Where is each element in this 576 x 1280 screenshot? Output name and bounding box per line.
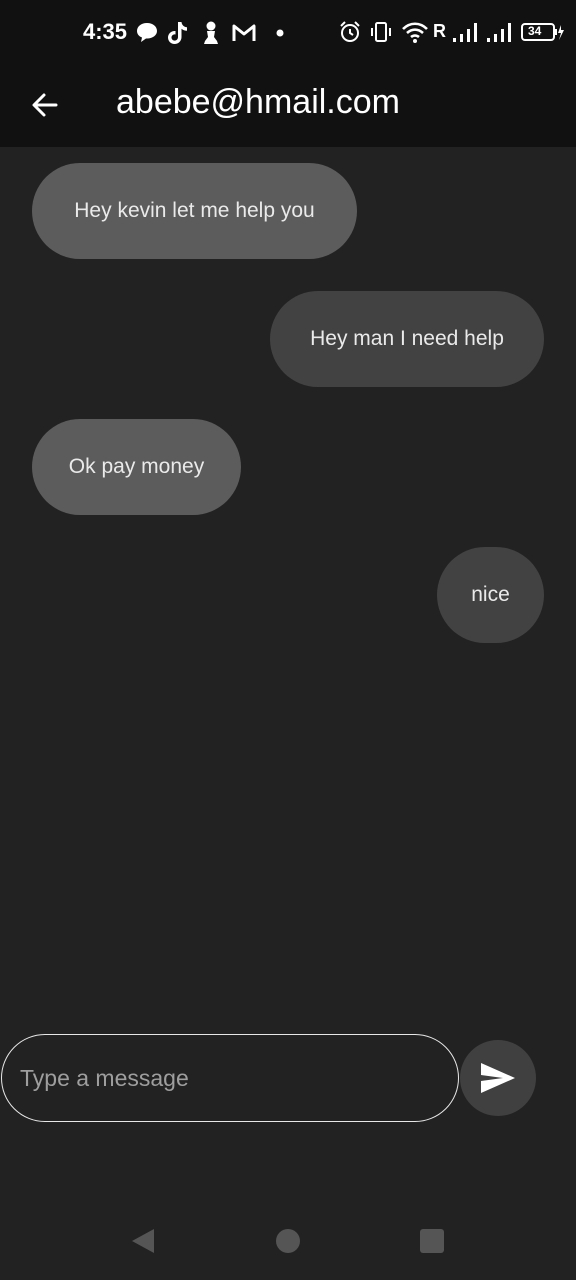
message-text: nice [471,583,510,606]
message-text: Ok pay money [68,455,205,478]
chess-pawn-icon [204,21,218,44]
message-bubble-outgoing: nice [437,547,544,643]
arrow-left-icon [32,93,58,117]
app-bar: abebe@hmail.com [0,66,576,147]
send-icon [481,1063,515,1093]
system-nav-bar [0,1200,576,1280]
status-bar: 4:35 R 34 [0,0,576,66]
message-bubble-incoming: Ok pay money [32,419,241,515]
battery-level: 34 [528,24,542,38]
chat-contact-title: abebe@hmail.com [116,83,400,121]
recents-square-icon[interactable] [419,1228,445,1254]
status-time: 4:35 [83,19,128,44]
message-bubble-icon [137,23,157,42]
signal-icon [453,23,477,42]
alarm-icon [340,21,360,42]
message-text: Hey man I need help [310,327,504,350]
message-text: Hey kevin let me help you [74,199,315,222]
gmail-icon [232,24,256,41]
vibrate-icon [371,22,391,42]
dot-icon [276,29,284,37]
roaming-indicator: R [433,21,446,41]
message-input[interactable] [1,1034,459,1122]
signal-icon [487,23,511,42]
message-bubble-outgoing: Hey man I need help [270,291,544,387]
home-circle-icon[interactable] [275,1228,301,1254]
wifi-icon [402,22,428,43]
send-button[interactable] [460,1040,536,1116]
tiktok-icon [168,22,187,44]
back-triangle-icon[interactable] [130,1228,156,1254]
back-button[interactable] [22,82,68,128]
message-bubble-incoming: Hey kevin let me help you [32,163,357,259]
